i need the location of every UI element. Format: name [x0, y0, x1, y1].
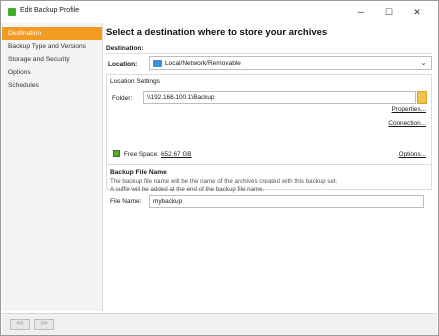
- backup-file-desc-2: A suffix will be added at the end of the…: [110, 186, 265, 193]
- divider: [107, 164, 431, 165]
- app-icon: [8, 8, 16, 16]
- minimize-button[interactable]: ─: [347, 1, 375, 23]
- sidebar: Destination Backup Type and Versions Sto…: [2, 23, 103, 311]
- sidebar-item-destination[interactable]: Destination: [2, 27, 102, 40]
- sidebar-item-storage-security[interactable]: Storage and Security: [2, 53, 102, 66]
- sidebar-item-options[interactable]: Options: [2, 66, 102, 79]
- divider: [106, 53, 432, 54]
- options-link[interactable]: Options...: [399, 151, 426, 158]
- monitor-icon: [153, 59, 162, 67]
- destination-label: Destination:: [106, 45, 144, 52]
- forward-button[interactable]: >>: [34, 319, 54, 330]
- title-bar: Edit Backup Profile ─ ☐ ✕: [1, 1, 438, 23]
- page-title: Select a destination where to store your…: [106, 27, 328, 38]
- properties-link[interactable]: Properties...: [392, 106, 426, 113]
- window-title: Edit Backup Profile: [20, 7, 80, 14]
- back-button[interactable]: <<: [10, 319, 30, 330]
- main-panel: Select a destination where to store your…: [105, 23, 438, 311]
- file-name-input[interactable]: mybackup: [149, 195, 424, 208]
- sidebar-item-schedules[interactable]: Schedules: [2, 79, 102, 92]
- folder-browse-icon[interactable]: [417, 91, 427, 104]
- close-button[interactable]: ✕: [403, 1, 431, 23]
- free-space-value[interactable]: 652.67 GB: [161, 151, 192, 158]
- folder-label: Folder:: [112, 95, 133, 102]
- location-select[interactable]: Local/Network/Removable ⌄: [149, 56, 432, 70]
- edit-backup-profile-window: Edit Backup Profile ─ ☐ ✕ Destination Ba…: [0, 0, 439, 336]
- connection-link[interactable]: Connection...: [388, 120, 426, 127]
- footer-bar: << >>: [2, 313, 437, 335]
- backup-file-desc-1: The backup file name will be the name of…: [110, 178, 338, 185]
- sidebar-item-backup-type[interactable]: Backup Type and Versions: [2, 40, 102, 53]
- maximize-button[interactable]: ☐: [375, 1, 403, 23]
- location-settings-title: Location Settings: [110, 78, 160, 85]
- location-select-value: Local/Network/Removable: [165, 59, 241, 67]
- chevron-down-icon: ⌄: [420, 58, 427, 67]
- file-name-label: File Name:: [110, 198, 142, 205]
- backup-file-name-title: Backup File Name: [110, 169, 167, 176]
- location-label: Location:: [108, 61, 138, 68]
- folder-input[interactable]: \\192.168.100.1\Backup: [143, 91, 416, 104]
- free-space-label: Free Space:: [124, 151, 159, 158]
- free-space-icon: [113, 150, 120, 157]
